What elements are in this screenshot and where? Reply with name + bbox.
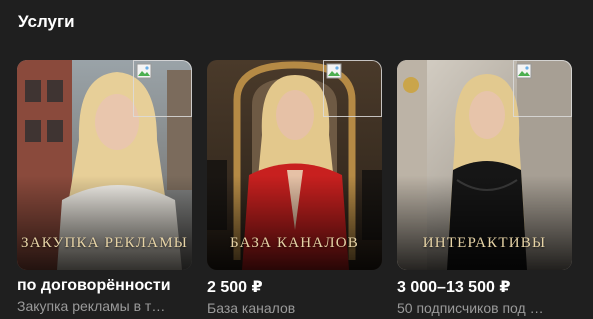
service-description: Закупка рекламы в т… — [17, 298, 166, 314]
service-overlay-title: ЗАКУПКА РЕКЛАМЫ — [20, 235, 189, 251]
service-card-image[interactable]: БАЗА КАНАЛОВ — [207, 60, 382, 270]
service-card-image[interactable]: ИНТЕРАКТИВЫ — [397, 60, 572, 270]
service-card-ad-purchase[interactable]: ЗАКУПКА РЕКЛАМЫ по договорённости Закупк… — [17, 60, 192, 314]
broken-image-icon — [516, 63, 532, 79]
broken-image-icon — [326, 63, 342, 79]
service-price: по договорённости — [17, 277, 171, 294]
image-placeholder-frame — [133, 60, 192, 117]
service-description: 50 подписчиков под … — [397, 300, 544, 316]
service-price: 2 500 ₽ — [207, 279, 263, 296]
service-price: 3 000–13 500 ₽ — [397, 279, 511, 296]
service-overlay-title: БАЗА КАНАЛОВ — [230, 235, 359, 251]
image-placeholder-frame — [513, 60, 572, 117]
service-card-channel-base[interactable]: БАЗА КАНАЛОВ 2 500 ₽ База каналов — [207, 60, 382, 316]
service-description: База каналов — [207, 300, 296, 316]
service-card-image[interactable]: ЗАКУПКА РЕКЛАМЫ — [17, 60, 192, 270]
image-placeholder-frame — [323, 60, 382, 117]
section-title: Услуги — [18, 12, 75, 31]
service-overlay-title: ИНТЕРАКТИВЫ — [422, 235, 547, 251]
broken-image-icon — [136, 63, 152, 79]
service-card-interactives[interactable]: ИНТЕРАКТИВЫ 3 000–13 500 ₽ 50 подписчико… — [397, 60, 572, 316]
